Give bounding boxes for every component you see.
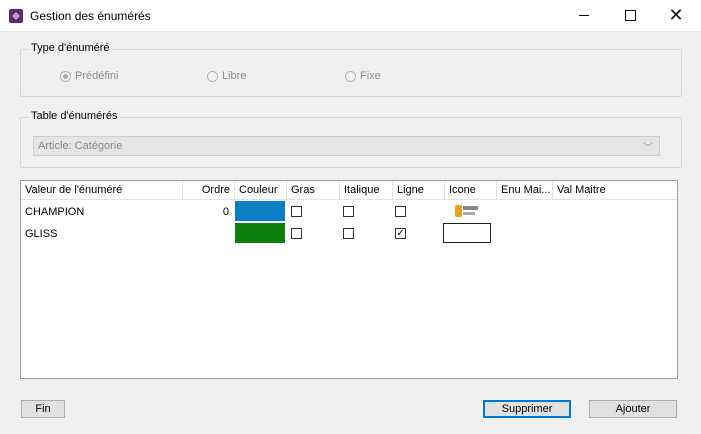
col-header-italique[interactable]: Italique: [340, 181, 393, 200]
checkbox-italique[interactable]: [343, 206, 354, 217]
checkbox-gras[interactable]: [291, 228, 302, 239]
close-button[interactable]: ✕: [653, 0, 699, 31]
checkmark-icon: ✓: [396, 228, 405, 239]
radio-predefini[interactable]: Prédéfini: [60, 70, 118, 82]
col-header-gras[interactable]: Gras: [287, 181, 340, 200]
minimize-button[interactable]: [561, 0, 607, 31]
ajouter-button[interactable]: Ajouter: [589, 400, 677, 418]
col-header-valeur[interactable]: Valeur de l'énuméré: [21, 181, 183, 200]
fin-button[interactable]: Fin: [21, 400, 65, 418]
cell-ordre[interactable]: 0: [183, 206, 229, 218]
cell-valeur[interactable]: CHAMPION: [25, 206, 84, 218]
chevron-down-icon: ﹀: [643, 143, 653, 154]
col-header-val-maitre[interactable]: Val Maitre: [553, 181, 677, 200]
table-group-legend: Table d'énumérés: [29, 110, 120, 122]
window-title: Gestion des énumérés: [30, 9, 151, 23]
table-select-value: Article: Catégorie: [38, 140, 123, 152]
type-group: Type d'énuméré Prédéfini Libre Fixe: [20, 42, 682, 97]
table-select[interactable]: Article: Catégorie ﹀: [33, 136, 660, 156]
col-header-ordre[interactable]: Ordre: [183, 181, 235, 200]
table-group: Table d'énumérés Article: Catégorie ﹀: [20, 110, 682, 168]
color-swatch[interactable]: [235, 223, 285, 243]
logo-icon: [455, 205, 478, 217]
radio-circle-icon: [345, 70, 356, 82]
checkbox-ligne[interactable]: ✓: [395, 228, 406, 239]
empty-icon-box[interactable]: [443, 223, 491, 243]
col-header-couleur[interactable]: Couleur: [235, 181, 287, 200]
checkbox-gras[interactable]: [291, 206, 302, 217]
maximize-icon: [624, 10, 636, 21]
supprimer-button[interactable]: Supprimer: [483, 400, 571, 418]
app-icon: [9, 9, 23, 23]
col-header-ligne[interactable]: Ligne: [393, 181, 445, 200]
maximize-button[interactable]: [607, 0, 653, 31]
radio-label: Prédéfini: [75, 70, 119, 82]
radio-fixe[interactable]: Fixe: [345, 70, 381, 82]
enum-grid[interactable]: Valeur de l'énuméré Ordre Couleur Gras I…: [20, 180, 678, 379]
checkbox-italique[interactable]: [343, 228, 354, 239]
radio-circle-icon: [60, 70, 71, 82]
color-swatch[interactable]: [235, 201, 285, 221]
radio-circle-icon: [207, 70, 218, 82]
radio-libre[interactable]: Libre: [207, 70, 246, 82]
type-group-legend: Type d'énuméré: [29, 42, 112, 54]
col-header-icone[interactable]: Icone: [445, 181, 497, 200]
cell-valeur[interactable]: GLISS: [25, 228, 57, 240]
title-bar: Gestion des énumérés ✕: [0, 0, 701, 32]
minimize-icon: [579, 15, 589, 16]
checkbox-ligne[interactable]: [395, 206, 406, 217]
close-icon: ✕: [668, 5, 684, 25]
col-header-enu-maitre[interactable]: Enu Mai...: [497, 181, 553, 200]
radio-label: Libre: [222, 70, 247, 82]
radio-label: Fixe: [360, 70, 381, 82]
